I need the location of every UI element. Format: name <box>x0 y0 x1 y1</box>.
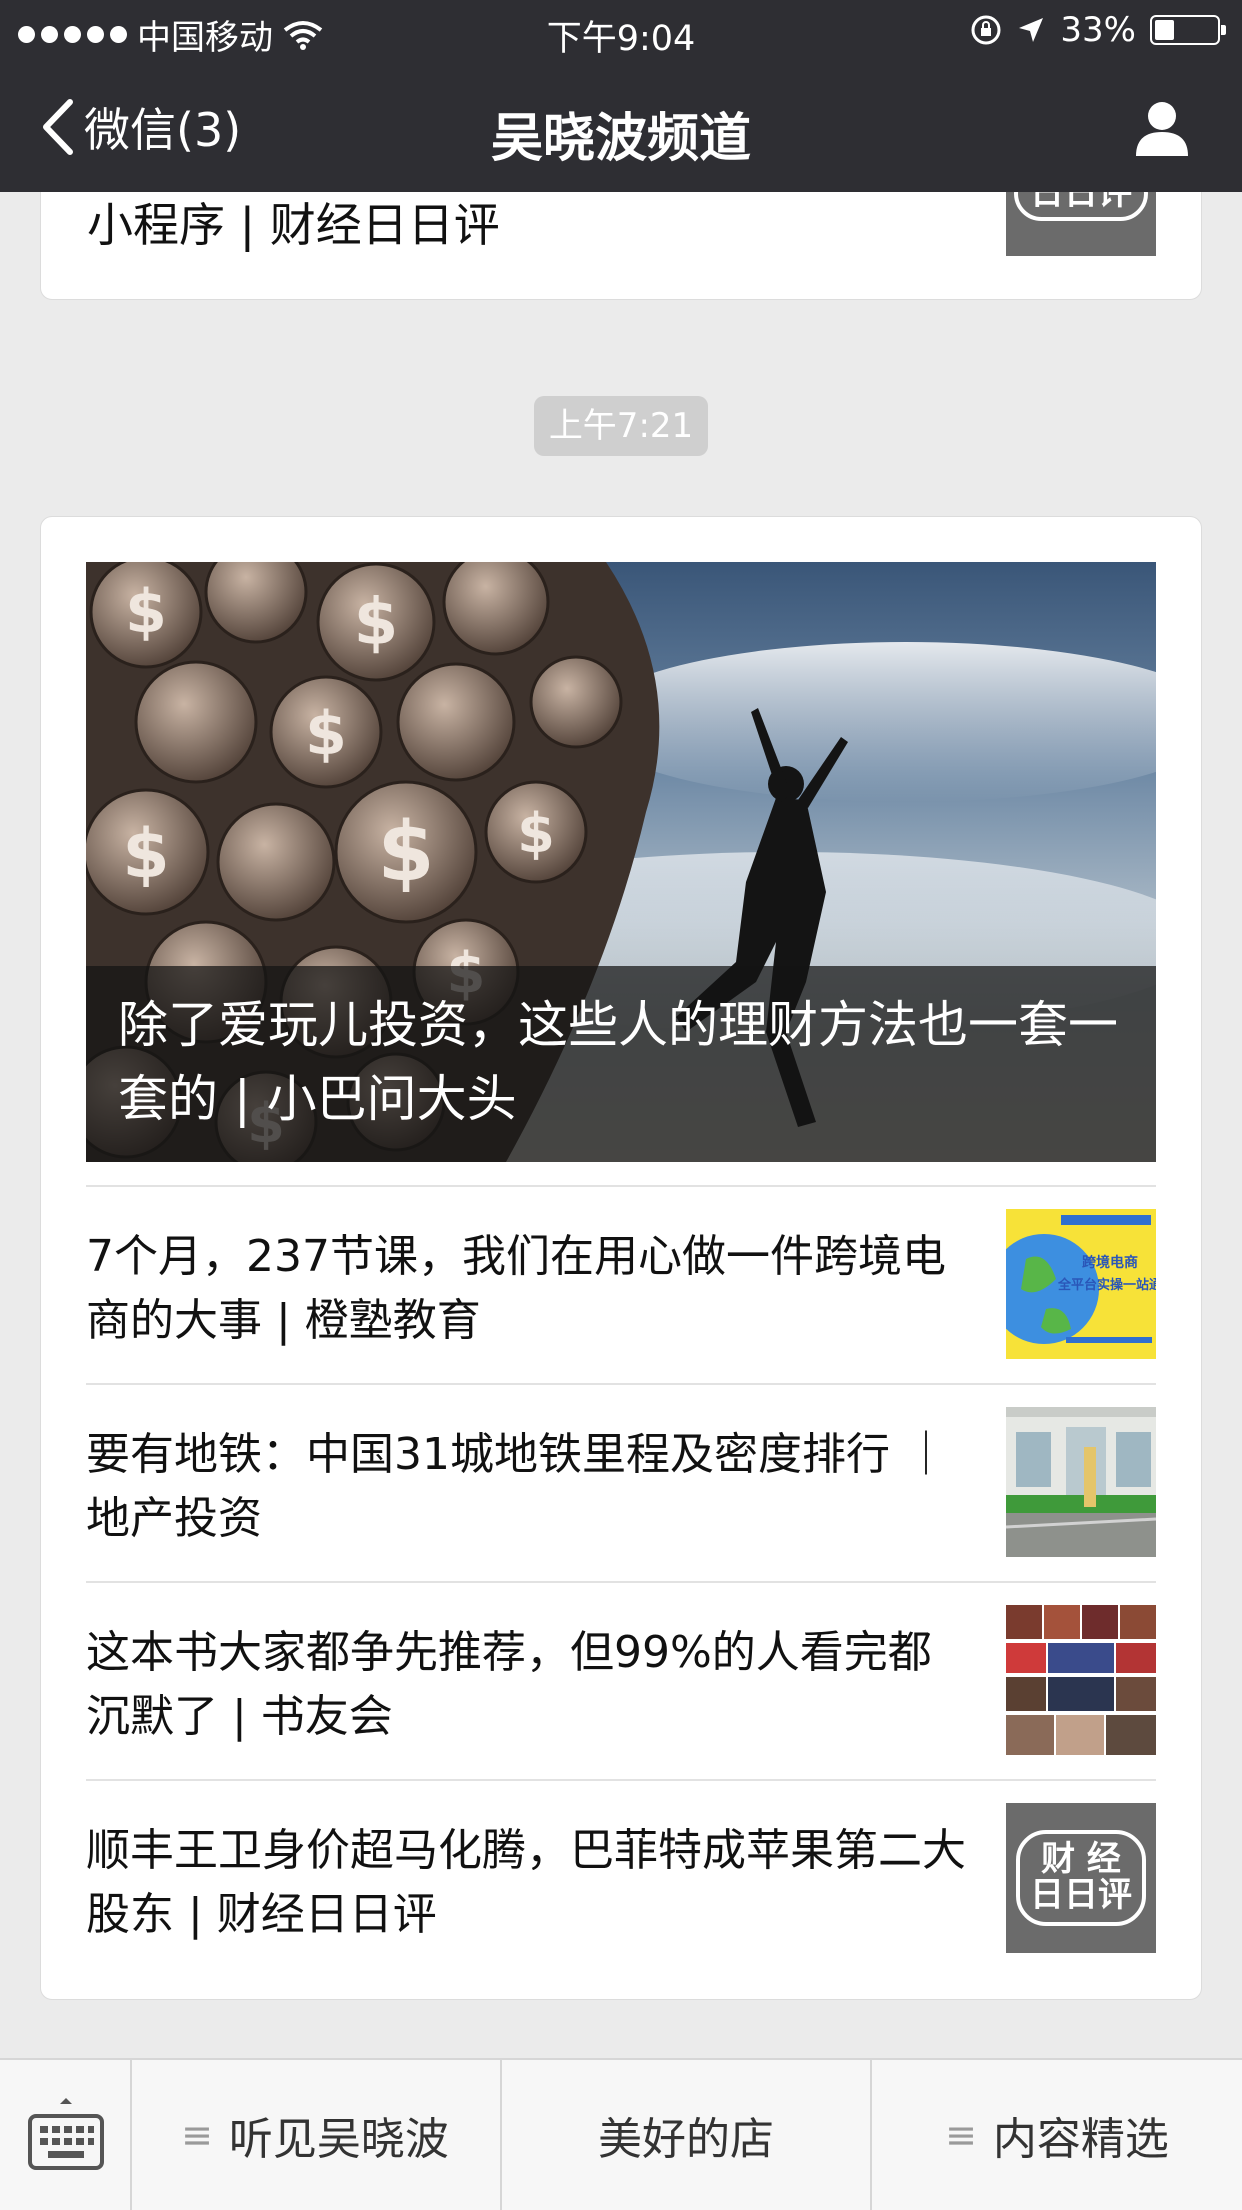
poster-line-1: 跨境电商 <box>1082 1254 1138 1271</box>
article-title: 要有地铁：中国31城地铁里程及密度排行 ｜地产投资 <box>86 1429 948 1544</box>
rotation-lock-icon <box>971 15 1001 45</box>
battery-fill <box>1155 20 1174 40</box>
submenu-icon: ≡ <box>181 2113 213 2157</box>
list-item[interactable]: 这本书大家都争先推荐，但99%的人看完都沉默了 | 书友会 <box>86 1581 1156 1779</box>
keyboard-icon <box>28 2098 104 2170</box>
page-title: 吴晓波频道 <box>490 109 751 169</box>
battery-percent: 33% <box>1060 10 1136 50</box>
article-card: $$ $$ $$ $$ 除了爱玩儿投资，这些人的理财方法也一套一套的 | 小巴问… <box>40 516 1202 2000</box>
status-right: 33% <box>970 10 1226 50</box>
menu-label: 内容精选 <box>992 2114 1169 2165</box>
message-timestamp: 上午7:21 <box>534 396 708 456</box>
status-bar: 中国移动 下午9:04 33% <box>0 0 1242 62</box>
top-bar: 中国移动 下午9:04 33% 微信(3) 吴晓波频道 <box>0 0 1242 192</box>
svg-text:$: $ <box>377 805 434 900</box>
keyboard-toggle-button[interactable] <box>0 2060 132 2210</box>
subway-photo-image <box>1006 1407 1156 1557</box>
caijing-logo-line-1: 财 经 <box>1041 1839 1121 1880</box>
list-item[interactable]: 顺丰王卫身价超马化腾，巴菲特成苹果第二大股东 | 财经日日评 财 经 日日评 <box>86 1779 1156 1977</box>
svg-text:$: $ <box>517 802 555 865</box>
event-collage-thumbnail <box>1006 1605 1156 1755</box>
svg-text:$: $ <box>125 577 167 647</box>
list-item[interactable]: 要有地铁：中国31城地铁里程及密度排行 ｜地产投资 <box>86 1383 1156 1581</box>
svg-text:$: $ <box>122 815 169 894</box>
battery-icon <box>1150 15 1226 45</box>
ecommerce-poster-thumbnail: 跨境电商 全平台实操一站通 <box>1006 1209 1156 1359</box>
menu-item-featured[interactable]: ≡ 内容精选 <box>872 2060 1242 2210</box>
article-title: 小程序 | 财经日日评 <box>87 198 500 252</box>
article-title: 顺丰王卫身价超马化腾，巴菲特成苹果第二大股东 | 财经日日评 <box>86 1825 966 1940</box>
profile-icon[interactable] <box>1132 98 1192 158</box>
location-arrow-icon <box>1019 18 1044 42</box>
hero-title: 除了爱玩儿投资，这些人的理财方法也一套一套的 | 小巴问大头 <box>118 996 1118 1128</box>
poster-line-2: 全平台实操一站通 <box>1057 1277 1156 1293</box>
caijing-logo-line-2: 日日评 <box>1030 1875 1132 1915</box>
ecommerce-poster-image: 跨境电商 全平台实操一站通 <box>1006 1209 1156 1359</box>
navigation-bar: 微信(3) 吴晓波频道 <box>0 62 1242 192</box>
menu-item-listen[interactable]: ≡ 听见吴晓波 <box>130 2060 502 2210</box>
list-item[interactable]: 7个月，237节课，我们在用心做一件跨境电商的大事 | 橙塾教育 跨境电商 全平… <box>86 1185 1156 1383</box>
bottom-menu-bar: ≡ 听见吴晓波 美好的店 ≡ 内容精选 <box>0 2058 1242 2210</box>
menu-label: 听见吴晓波 <box>228 2114 449 2165</box>
article-title: 这本书大家都争先推荐，但99%的人看完都沉默了 | 书友会 <box>86 1627 932 1742</box>
article-title: 7个月，237节课，我们在用心做一件跨境电商的大事 | 橙塾教育 <box>86 1231 946 1346</box>
menu-label: 美好的店 <box>598 2114 774 2165</box>
caijing-logo-thumbnail: 财 经 日日评 <box>1006 1803 1156 1953</box>
submenu-icon: ≡ <box>945 2113 977 2157</box>
svg-text:$: $ <box>305 699 347 769</box>
svg-text:$: $ <box>354 586 399 660</box>
hero-article[interactable]: $$ $$ $$ $$ 除了爱玩儿投资，这些人的理财方法也一套一套的 | 小巴问… <box>86 562 1156 1162</box>
menu-item-shop[interactable]: 美好的店 <box>502 2060 872 2210</box>
caijing-logo: 财 经 日日评 <box>1016 1830 1146 1926</box>
hero-caption: 除了爱玩儿投资，这些人的理财方法也一套一套的 | 小巴问大头 <box>86 966 1156 1162</box>
subway-photo-thumbnail <box>1006 1407 1156 1557</box>
event-collage-image <box>1006 1605 1156 1755</box>
